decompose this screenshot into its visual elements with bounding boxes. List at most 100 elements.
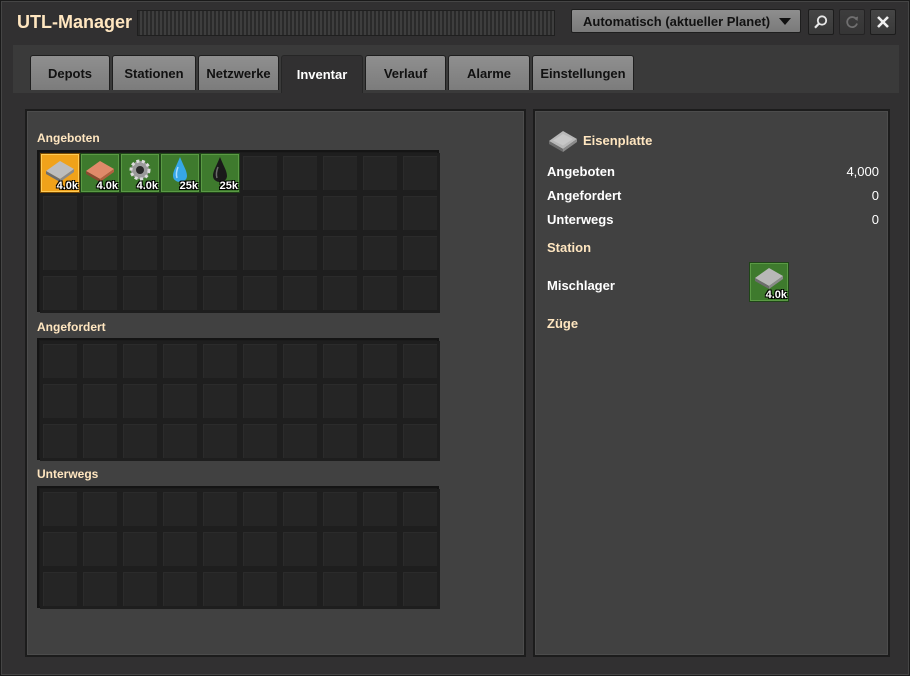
provided-item-slot[interactable]: 4.0k [40,153,80,193]
provided-empty-slot [200,233,240,273]
station-item-slot[interactable]: 4.0k [749,262,789,302]
requested-empty-slot [120,421,160,461]
item-count: 25k [179,180,198,192]
requested-empty-slot [120,341,160,381]
in-transit-empty-slot [240,489,280,529]
in-transit-empty-slot [160,569,200,609]
in-transit-empty-slot [320,529,360,569]
requested-empty-slot [240,381,280,421]
requested-empty-slot [240,341,280,381]
tab-verlauf[interactable]: Verlauf [365,55,446,90]
tab-inventar[interactable]: Inventar [281,55,363,93]
surface-dropdown-value: Automatisch (aktueller Planet) [583,14,771,29]
requested-empty-slot [400,381,440,421]
requested-empty-slot [40,421,80,461]
station-row: Mischlager [547,278,879,293]
station-header: Station [547,240,592,255]
in-transit-empty-slot [40,489,80,529]
in-transit-empty-slot [240,529,280,569]
provided-empty-slot [160,233,200,273]
requested-empty-slot [120,381,160,421]
provided-empty-slot [360,153,400,193]
utl-manager-window: UTL-Manager Automatisch (aktueller Plane… [0,0,910,676]
provided-empty-slot [320,193,360,233]
provided-empty-slot [240,233,280,273]
title-bar: UTL-Manager Automatisch (aktueller Plane… [1,1,910,45]
station-name: Mischlager [547,278,615,293]
requested-empty-slot [200,341,240,381]
provided-empty-slot [80,193,120,233]
in-transit-empty-slot [320,569,360,609]
in-transit-empty-slot [120,489,160,529]
provided-empty-slot [320,153,360,193]
detail-in-transit-label: Unterwegs [547,212,614,227]
requested-empty-slot [280,381,320,421]
provided-empty-slot [80,273,120,313]
detail-in-transit-value: 0 [871,212,879,227]
close-button[interactable] [870,9,896,35]
in-transit-grid [37,486,440,609]
refresh-icon [846,16,858,28]
surface-dropdown[interactable]: Automatisch (aktueller Planet) [571,9,801,33]
requested-grid [37,338,440,461]
requested-empty-slot [400,341,440,381]
in-transit-empty-slot [360,489,400,529]
in-transit-empty-slot [80,569,120,609]
provided-empty-slot [400,233,440,273]
provided-item-slot[interactable]: 25k [160,153,200,193]
detail-provided-label: Angeboten [547,164,615,179]
provided-grid: 4.0k 4.0k 4.0k 25k 25k [37,150,440,313]
provided-empty-slot [40,193,80,233]
detail-provided-row: Angeboten 4,000 [547,164,879,179]
provided-empty-slot [200,193,240,233]
in-transit-empty-slot [360,569,400,609]
provided-empty-slot [280,193,320,233]
provided-empty-slot [280,233,320,273]
item-count: 4.0k [56,180,78,192]
requested-empty-slot [360,381,400,421]
iron-plate-icon [755,268,783,289]
drag-handle[interactable] [137,10,555,36]
provided-empty-slot [40,273,80,313]
detail-in-transit-row: Unterwegs 0 [547,212,879,227]
tab-stationen[interactable]: Stationen [112,55,196,90]
in-transit-empty-slot [40,569,80,609]
provided-empty-slot [160,193,200,233]
provided-item-slot[interactable]: 25k [200,153,240,193]
requested-empty-slot [80,421,120,461]
in-transit-empty-slot [280,569,320,609]
provided-empty-slot [400,153,440,193]
tab-netzwerke[interactable]: Netzwerke [198,55,279,90]
provided-empty-slot [160,273,200,313]
requested-label: Angefordert [37,320,106,334]
refresh-button[interactable] [839,9,865,35]
provided-empty-slot [320,273,360,313]
item-count: 4.0k [96,180,118,192]
provided-empty-slot [120,273,160,313]
requested-empty-slot [320,381,360,421]
in-transit-empty-slot [280,489,320,529]
in-transit-empty-slot [240,569,280,609]
in-transit-empty-slot [120,529,160,569]
in-transit-empty-slot [400,529,440,569]
tab-einstellungen[interactable]: Einstellungen [532,55,634,90]
in-transit-empty-slot [40,529,80,569]
details-panel: Eisenplatte Angeboten 4,000 Angefordert … [533,109,890,657]
requested-empty-slot [280,421,320,461]
provided-empty-slot [320,233,360,273]
search-button[interactable] [808,9,834,35]
provided-item-slot[interactable]: 4.0k [80,153,120,193]
tab-depots[interactable]: Depots [30,55,110,90]
detail-requested-row: Angefordert 0 [547,188,879,203]
provided-empty-slot [280,153,320,193]
chevron-down-icon [779,18,791,25]
in-transit-empty-slot [200,489,240,529]
requested-empty-slot [40,381,80,421]
in-transit-empty-slot [400,489,440,529]
provided-empty-slot [360,273,400,313]
tab-alarme[interactable]: Alarme [448,55,530,90]
provided-item-slot[interactable]: 4.0k [120,153,160,193]
station-item-count: 4.0k [765,289,787,301]
requested-empty-slot [40,341,80,381]
requested-empty-slot [280,341,320,381]
